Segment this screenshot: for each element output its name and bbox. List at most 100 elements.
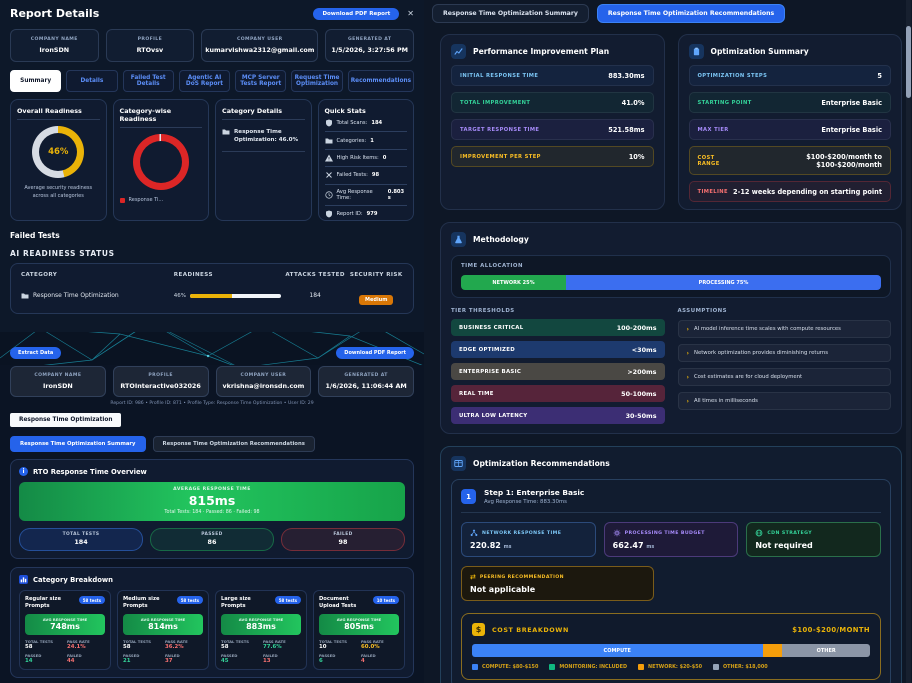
tab-optimization-recommendations[interactable]: Response Time Optimization Recommendatio… — [597, 4, 785, 23]
company-name-card: COMPANY NAME IronSDN — [10, 366, 106, 397]
shield-icon — [325, 119, 333, 127]
tab-failed-test-details[interactable]: Failed Test Details — [123, 70, 174, 92]
tab-optimization-summary[interactable]: Response Time Optimization Summary — [432, 4, 589, 23]
dashboard-root: Report Details Download PDF Report ✕ COM… — [0, 0, 912, 683]
report-icon — [325, 210, 333, 218]
warning-icon — [325, 154, 333, 162]
cost-breakdown-bar: COMPUTE OTHER — [472, 644, 870, 657]
tab-agentic-ai-dos-report[interactable]: Agentic AI DoS Report — [179, 70, 230, 92]
categorywise-donut — [133, 134, 189, 190]
chevron-right-icon: › — [687, 374, 689, 381]
ai-readiness-heading: AI READINESS STATUS — [10, 249, 414, 258]
time-allocation-box: TIME ALLOCATION NETWORK 25% PROCESSING 7… — [451, 255, 891, 298]
network-icon — [470, 529, 478, 537]
tier-thresholds-column: TIER THRESHOLDS BUSINESS CRITICAL100-200… — [451, 308, 665, 424]
summary-row-timeline: TIMELINE2-12 weeks depending on starting… — [689, 181, 892, 202]
scrollbar-thumb[interactable] — [906, 26, 911, 98]
generated-at-card: GENERATED AT 1/5/2026, 3:27:56 PM — [325, 29, 414, 62]
download-pdf-button[interactable]: Download PDF Report — [313, 8, 399, 20]
performance-improvement-plan-card: Performance Improvement Plan INITIAL RES… — [440, 34, 665, 210]
company-user-card: COMPANY USER vkrishna@ironsdn.com — [216, 366, 312, 397]
legend-swatch-network — [638, 664, 644, 670]
tab-recommendations[interactable]: Recommendations — [348, 70, 414, 92]
table-icon — [451, 456, 466, 471]
extract-data-button[interactable]: Extract Data — [10, 347, 61, 359]
tab-mcp-server-tests-report[interactable]: MCP Server Tests Report — [235, 70, 286, 92]
breakdown-card-large: Large size Prompts58 tests AVG RESPONSE … — [215, 590, 307, 670]
rto-overview-card: i RTO Response Time Overview AVERAGE RES… — [10, 459, 414, 559]
tests-badge: 10 tests — [373, 596, 399, 604]
subtab-summary[interactable]: Response Time Optimization Summary — [10, 436, 146, 452]
modal-title: Report Details — [10, 7, 99, 20]
assumption-item: ›Network optimization provides diminishi… — [678, 344, 892, 362]
cost-range-value: $100-$200/MONTH — [792, 626, 870, 634]
category-breakdown-card: Category Breakdown Regular size Prompts5… — [10, 567, 414, 678]
plan-row-target: TARGET RESPONSE TIME521.58ms — [451, 119, 654, 140]
cost-breakdown-box: $ COST BREAKDOWN $100-$200/MONTH COMPUTE… — [461, 613, 881, 680]
legend-swatch-compute — [472, 664, 478, 670]
plan-row-improvement: TOTAL IMPROVEMENT41.0% — [451, 92, 654, 113]
overall-readiness-card: Overall Readiness 46% Average security r… — [10, 99, 107, 221]
peering-recommendation-card: ⇄ PEERING RECOMMENDATION Not applicable — [461, 566, 654, 601]
scrollbar[interactable] — [906, 0, 911, 683]
failed-tests-heading: Failed Tests — [10, 231, 414, 240]
step-number-badge: 1 — [461, 489, 476, 504]
summary-row-cost: COST RANGE$100-$200/month to $100-$200/m… — [689, 146, 892, 175]
tab-details[interactable]: Details — [66, 70, 117, 92]
threshold-real-time: REAL TIME50-100ms — [451, 385, 665, 402]
optimization-recommendations-card: Optimization Recommendations 1 Step 1: E… — [440, 446, 902, 683]
modal-tabs: Summary Details Failed Test Details Agen… — [10, 70, 414, 92]
rto-report-page: Extract Data Download PDF Report COMPANY… — [0, 343, 424, 683]
threshold-edge-optimized: EDGE OPTIMIZED<30ms — [451, 341, 665, 358]
plan-row-initial: INITIAL RESPONSE TIME883.30ms — [451, 65, 654, 86]
optimization-recommendations-page: Response Time Optimization Summary Respo… — [424, 0, 912, 683]
clock-icon — [325, 191, 333, 199]
subtab-recommendations[interactable]: Response Time Optimization Recommendatio… — [153, 436, 315, 452]
report-meta-line: Report ID: 986 • Profile ID: 871 • Profi… — [0, 401, 424, 406]
close-icon[interactable]: ✕ — [407, 9, 414, 18]
network-response-time-card: NETWORK RESPONSE TIME 220.82 ms — [461, 522, 596, 557]
company-user-card: COMPANY USER kumarvishwa2312@gmail.com — [201, 29, 318, 62]
assumption-item: ›Cost estimates are for cloud deployment — [678, 368, 892, 386]
breakdown-card-medium: Medium size Prompts58 tests AVG RESPONSE… — [117, 590, 209, 670]
quick-stats-card: Quick Stats Total Scans:184 Categories:1… — [318, 99, 415, 221]
passed-stat: PASSED 86 — [150, 528, 274, 551]
info-icon: i — [19, 467, 28, 476]
folder-icon — [325, 137, 333, 145]
profile-card: PROFILE RTOvsv — [106, 29, 195, 62]
threshold-enterprise-basic: ENTERPRISE BASIC>200ms — [451, 363, 665, 380]
optimization-summary-card: Optimization Summary OPTIMIZATION STEPS5… — [678, 34, 903, 210]
legend-swatch-monitoring — [549, 664, 555, 670]
threshold-business-critical: BUSINESS CRITICAL100-200ms — [451, 319, 665, 336]
chart-line-icon — [451, 44, 466, 59]
assumptions-column: ASSUMPTIONS ›AI model inference time sca… — [678, 308, 892, 424]
flask-icon — [451, 232, 466, 247]
threshold-ultra-low-latency: ULTRA LOW LATENCY30-50ms — [451, 407, 665, 424]
categorywise-readiness-card: Category-wise Readiness Response Ti... — [113, 99, 210, 221]
tests-badge: 58 tests — [79, 596, 105, 604]
overall-readiness-donut: 46% — [32, 126, 84, 178]
table-row[interactable]: Response Time Optimization 46% 184 Mediu… — [21, 286, 403, 305]
page-info-cards: COMPANY NAME IronSDN PROFILE RTOInteract… — [10, 366, 414, 397]
summary-row-start: STARTING POINTEnterprise Basic — [689, 92, 892, 113]
assumption-item: ›AI model inference time scales with com… — [678, 320, 892, 338]
page-subtabs: Response Time Optimization Summary Respo… — [10, 436, 424, 452]
ai-readiness-table: CATEGORY READINESS ATTACKS TESTED SECURI… — [10, 263, 414, 314]
tab-request-time-optimization[interactable]: Request Time Optimization — [291, 70, 342, 92]
section-tab-response-time-optimization[interactable]: Response Time Optimization — [10, 413, 121, 427]
plan-row-step: IMPROVEMENT PER STEP10% — [451, 146, 654, 167]
generated-at-card: GENERATED AT 1/6/2026, 11:06:44 AM — [318, 366, 414, 397]
security-risk-badge: Medium — [359, 295, 393, 305]
chevron-right-icon: › — [687, 398, 689, 405]
download-pdf-button[interactable]: Download PDF Report — [336, 347, 414, 359]
readiness-progress-bar — [190, 294, 281, 298]
total-tests-stat: TOTAL TESTS 184 — [19, 528, 143, 551]
tab-summary[interactable]: Summary — [10, 70, 61, 92]
assumption-item: ›All times in milliseconds — [678, 392, 892, 410]
breakdown-card-document: Document Upload Tests10 tests AVG RESPON… — [313, 590, 405, 670]
folder-icon — [21, 292, 29, 300]
tests-badge: 58 tests — [275, 596, 301, 604]
tests-badge: 58 tests — [177, 596, 203, 604]
breakdown-card-regular: Regular size Prompts58 tests AVG RESPONS… — [19, 590, 111, 670]
profile-card: PROFILE RTOInteractive032026 — [113, 366, 209, 397]
